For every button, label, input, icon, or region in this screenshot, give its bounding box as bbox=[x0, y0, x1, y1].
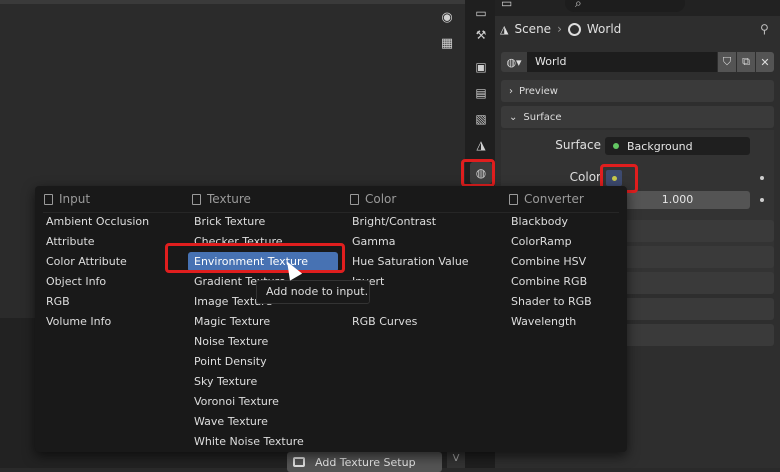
menu-item[interactable]: Bright/Contrast bbox=[350, 212, 469, 232]
menu-item[interactable]: Object Info bbox=[44, 272, 149, 292]
menu-column-color: Color Bright/Contrast Gamma Hue Saturati… bbox=[350, 186, 469, 332]
column-title: Converter bbox=[524, 192, 584, 206]
menu-column-converter: Converter Blackbody ColorRamp Combine HS… bbox=[509, 186, 592, 332]
menu-item[interactable]: Attribute bbox=[44, 232, 149, 252]
breadcrumb: ◮ Scene › World bbox=[500, 20, 621, 38]
surface-panel-label: Surface bbox=[523, 111, 562, 123]
tool-tab-icon[interactable]: ▭ bbox=[470, 2, 492, 24]
menu-item[interactable]: ColorRamp bbox=[509, 232, 592, 252]
properties-header: ▭ ⌕ bbox=[495, 0, 780, 16]
menu-item[interactable]: Shader to RGB bbox=[509, 292, 592, 312]
chevron-right-icon: › bbox=[509, 85, 513, 97]
scene-tab-icon[interactable]: ◮ bbox=[470, 134, 492, 156]
image-icon bbox=[293, 457, 305, 467]
viewport-header bbox=[0, 0, 465, 4]
menu-column-texture: Texture Brick Texture Checker Texture En… bbox=[188, 186, 338, 452]
document-icon bbox=[44, 193, 53, 205]
tooltip: Add node to input. bbox=[256, 280, 370, 304]
view-layer-tab-icon[interactable]: ▧ bbox=[470, 108, 492, 130]
surface-panel-header[interactable]: ⌄ Surface bbox=[501, 106, 774, 128]
menu-column-input: Input Ambient Occlusion Attribute Color … bbox=[44, 186, 149, 332]
chevron-down-icon: ⌄ bbox=[509, 111, 518, 123]
surface-label: Surface bbox=[555, 138, 601, 152]
column-title: Color bbox=[365, 192, 397, 206]
document-icon bbox=[350, 193, 359, 205]
menu-item[interactable]: Blackbody bbox=[509, 212, 592, 232]
pin-icon[interactable]: ⚲ bbox=[760, 22, 769, 36]
preview-panel-header[interactable]: › Preview bbox=[501, 80, 774, 102]
shader-socket-icon bbox=[613, 143, 619, 149]
color-label: Color bbox=[569, 170, 601, 184]
menu-column-header: Converter bbox=[509, 186, 592, 212]
menu-column-header: Color bbox=[350, 186, 469, 212]
menu-item[interactable]: Noise Texture bbox=[192, 332, 338, 352]
menu-item[interactable]: Sky Texture bbox=[192, 372, 338, 392]
menu-item[interactable]: Combine RGB bbox=[509, 272, 592, 292]
menu-item[interactable]: Point Density bbox=[192, 352, 338, 372]
column-title: Input bbox=[59, 192, 91, 206]
surface-shader-field[interactable]: Background bbox=[605, 137, 750, 155]
search-icon: ⌕ bbox=[575, 0, 582, 10]
editor-type-icon[interactable]: ▭ bbox=[501, 0, 512, 10]
camera-icon[interactable]: ◉ bbox=[436, 6, 458, 28]
render-tab-icon[interactable]: ▣ bbox=[470, 56, 492, 78]
world-tab-highlight bbox=[461, 159, 495, 187]
search-input[interactable] bbox=[565, 0, 685, 12]
breadcrumb-scene: Scene bbox=[514, 22, 552, 36]
menu-item[interactable]: Gamma bbox=[350, 232, 469, 252]
add-node-menu: Input Ambient Occlusion Attribute Color … bbox=[35, 186, 627, 452]
breadcrumb-separator: › bbox=[557, 22, 562, 36]
menu-item[interactable]: White Noise Texture bbox=[192, 432, 338, 452]
menu-item[interactable]: Color Attribute bbox=[44, 252, 149, 272]
keyframe-dot-icon[interactable] bbox=[760, 198, 764, 202]
menu-item[interactable]: Hue Saturation Value bbox=[350, 252, 469, 272]
menu-item[interactable]: RGB Curves bbox=[350, 312, 469, 332]
output-tab-icon[interactable]: ▤ bbox=[470, 82, 492, 104]
add-texture-setup-button[interactable]: Add Texture Setup bbox=[287, 452, 442, 472]
document-icon bbox=[192, 193, 201, 205]
menu-item[interactable]: Voronoi Texture bbox=[192, 392, 338, 412]
menu-item[interactable]: Ambient Occlusion bbox=[44, 212, 149, 232]
keyframe-dot-icon[interactable] bbox=[760, 176, 764, 180]
menu-item[interactable]: Wavelength bbox=[509, 312, 592, 332]
surface-value: Background bbox=[627, 139, 693, 153]
menu-item[interactable]: Volume Info bbox=[44, 312, 149, 332]
fake-user-icon[interactable]: ⛉ bbox=[717, 52, 736, 72]
menu-item[interactable]: Magic Texture bbox=[192, 312, 338, 332]
tool-settings-icon[interactable]: ⚒ bbox=[470, 24, 492, 46]
environment-texture-highlight bbox=[165, 243, 345, 273]
breadcrumb-world: World bbox=[586, 22, 622, 36]
document-icon bbox=[509, 193, 518, 205]
preview-label: Preview bbox=[519, 85, 558, 97]
unlink-icon[interactable]: ✕ bbox=[755, 52, 774, 72]
scene-icon: ◮ bbox=[500, 22, 509, 36]
add-texture-setup-label: Add Texture Setup bbox=[315, 455, 416, 469]
grid-icon[interactable]: ▦ bbox=[436, 32, 458, 54]
menu-item[interactable]: Brick Texture bbox=[192, 212, 338, 232]
duplicate-icon[interactable]: ⧉ bbox=[736, 52, 755, 72]
column-title: Texture bbox=[207, 192, 251, 206]
menu-item[interactable]: RGB bbox=[44, 292, 149, 312]
world-browse-icon[interactable]: ◍▾ bbox=[501, 52, 527, 72]
world-datablock: ◍▾ World ⛉ ⧉ ✕ bbox=[501, 52, 774, 72]
menu-column-header: Texture bbox=[192, 186, 338, 212]
world-icon bbox=[567, 22, 581, 36]
menu-column-header: Input bbox=[44, 186, 149, 212]
world-name-field[interactable]: World bbox=[527, 52, 717, 72]
menu-item[interactable]: Wave Texture bbox=[192, 412, 338, 432]
menu-item[interactable]: Combine HSV bbox=[509, 252, 592, 272]
